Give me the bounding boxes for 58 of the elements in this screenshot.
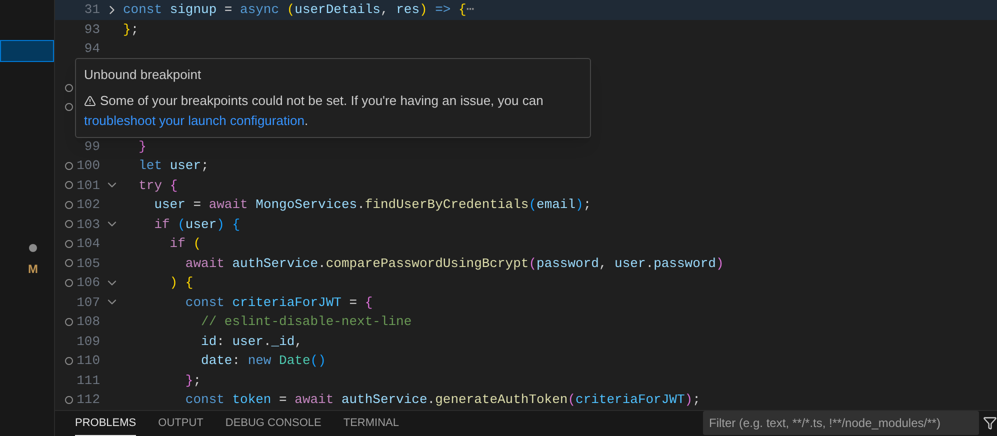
breakpoint-icon[interactable]: [65, 259, 73, 268]
panel-tab[interactable]: TERMINAL: [343, 410, 399, 436]
code-line: }: [138, 138, 146, 156]
code-line: const signup = async (userDetails, res) => {⋯: [123, 1, 474, 19]
line-number: 103: [76, 216, 100, 234]
breakpoint-icon[interactable]: [65, 84, 73, 92]
code-line: let user;: [138, 157, 209, 175]
line-number: 99: [84, 138, 100, 156]
warning-icon: [84, 95, 96, 107]
filter-icon[interactable]: [983, 416, 997, 430]
panel-tab[interactable]: DEBUG CONSOLE: [225, 410, 322, 436]
line-number: 112: [76, 391, 100, 409]
tooltip-title: Unbound breakpoint: [84, 66, 202, 84]
code-line: user = await MongoServices.findUserByCredentials(email);: [153, 196, 592, 214]
line-number: 109: [76, 332, 100, 350]
breakpoint-icon[interactable]: [65, 220, 73, 228]
code-line: id: user._id,: [200, 332, 302, 350]
line-number: 108: [76, 313, 100, 331]
tooltip-message: Some of your breakpoints could not be set. If you're having an issue, you can: [100, 92, 544, 110]
breakpoint-icon[interactable]: [65, 200, 73, 209]
line-number: 102: [76, 196, 100, 214]
breakpoint-icon[interactable]: [65, 318, 73, 326]
tooltip-link-line: troubleshoot your launch configuration.: [84, 112, 308, 130]
breakpoint-icon[interactable]: [65, 278, 73, 287]
line-number: 111: [76, 372, 100, 390]
breakpoint-icon[interactable]: [65, 181, 73, 190]
filter-field[interactable]: Filter (e.g. text, **/*.ts, !**/node_modules/**): [703, 411, 979, 436]
code-line: ) {: [168, 274, 194, 292]
breakpoint-icon[interactable]: [65, 240, 73, 248]
panel-tab[interactable]: OUTPUT: [158, 410, 204, 436]
breakpoint-icon[interactable]: [65, 396, 73, 404]
code-line: date: new Date(): [200, 352, 326, 370]
line-number: 107: [76, 294, 100, 312]
code-line: if (: [168, 235, 202, 253]
breakpoint-icon[interactable]: [65, 356, 73, 365]
code-line: const token = await authService.generateAuthToken(criteriaForJWT);: [184, 391, 700, 409]
line-number: 105: [76, 254, 100, 272]
panel-tab[interactable]: PROBLEMS: [75, 410, 136, 436]
code-line: // eslint-disable-next-line: [200, 313, 412, 331]
line-number: 100: [76, 157, 100, 175]
troubleshoot-link[interactable]: troubleshoot your launch configuration: [84, 113, 304, 128]
breakpoint-icon[interactable]: [65, 162, 73, 170]
breakpoint-icon[interactable]: [65, 103, 73, 112]
code-line: };: [184, 372, 202, 390]
list-item-highlight[interactable]: [0, 40, 54, 62]
line-number: 101: [76, 176, 100, 194]
code-line: if (user) {: [153, 216, 240, 234]
line-number: 31: [84, 1, 100, 19]
code-line: await authService.comparePasswordUsingBcrypt(password, user.password): [184, 254, 724, 272]
line-number: 104: [76, 235, 100, 253]
code-line: };: [123, 20, 139, 38]
code-line: try {: [138, 176, 178, 194]
line-number: 110: [76, 352, 100, 370]
git-status-letter: M: [28, 261, 38, 278]
line-number: 93: [84, 20, 100, 38]
line-number: 94: [84, 40, 100, 58]
line-number: 106: [76, 274, 100, 292]
code-line: const criteriaForJWT = {: [184, 294, 373, 312]
